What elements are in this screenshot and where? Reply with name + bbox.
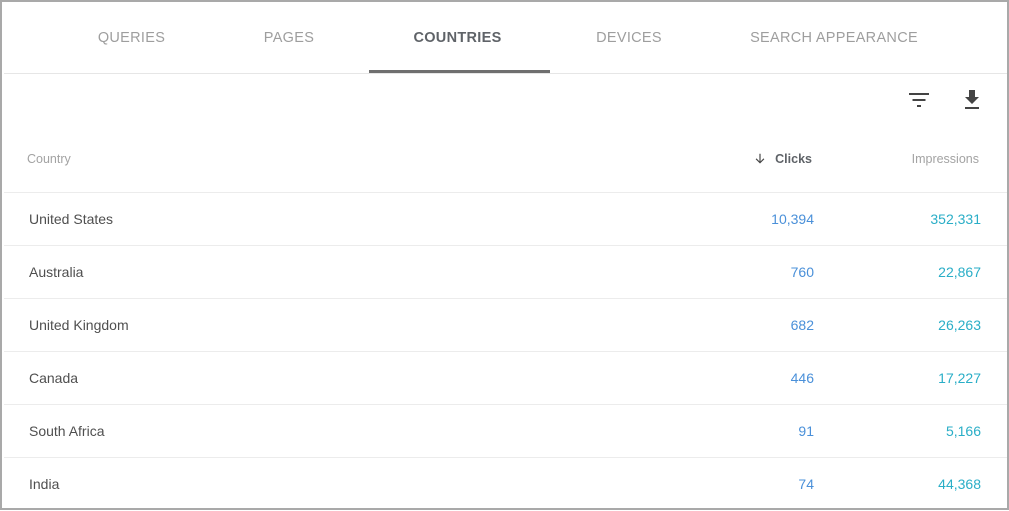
country-cell: United States (29, 211, 114, 227)
clicks-cell: 760 (790, 264, 814, 280)
clicks-cell: 10,394 (771, 211, 814, 227)
column-header-clicks-label: Clicks (775, 152, 812, 166)
table-row[interactable]: South Africa 91 5,166 (4, 404, 1007, 458)
column-header-impressions[interactable]: Impressions (912, 152, 979, 166)
clicks-cell: 74 (798, 476, 814, 492)
clicks-cell: 682 (790, 317, 814, 333)
active-tab-indicator (369, 70, 550, 73)
tab-countries[interactable]: COUNTRIES (367, 2, 548, 73)
country-cell: Australia (29, 264, 84, 280)
impressions-cell: 26,263 (938, 317, 981, 333)
tab-queries[interactable]: QUERIES (64, 2, 199, 73)
performance-panel: QUERIES PAGES COUNTRIES DEVICES SEARCH A… (0, 0, 1009, 510)
country-cell: South Africa (29, 423, 105, 439)
clicks-cell: 446 (790, 370, 814, 386)
impressions-cell: 17,227 (938, 370, 981, 386)
table-row[interactable]: United States 10,394 352,331 (4, 192, 1007, 246)
filter-icon[interactable] (907, 88, 931, 112)
tab-search-appearance[interactable]: SEARCH APPEARANCE (734, 2, 934, 73)
arrow-down-icon (755, 153, 765, 164)
country-cell: United Kingdom (29, 317, 129, 333)
tab-pages[interactable]: PAGES (224, 2, 354, 73)
table-row[interactable]: Australia 760 22,867 (4, 245, 1007, 299)
table-row[interactable]: United Kingdom 682 26,263 (4, 298, 1007, 352)
column-header-country[interactable]: Country (27, 152, 71, 166)
table-row[interactable]: India 74 44,368 (4, 457, 1007, 511)
table-row[interactable]: Canada 446 17,227 (4, 351, 1007, 405)
impressions-cell: 22,867 (938, 264, 981, 280)
impressions-cell: 352,331 (930, 211, 981, 227)
impressions-cell: 5,166 (945, 423, 981, 439)
tab-devices[interactable]: DEVICES (564, 2, 694, 73)
country-cell: Canada (29, 370, 79, 386)
country-cell: India (29, 476, 60, 492)
clicks-cell: 91 (798, 423, 814, 439)
impressions-cell: 44,368 (938, 476, 981, 492)
download-icon[interactable] (960, 88, 984, 112)
column-header-clicks[interactable]: Clicks (753, 152, 812, 166)
tab-bar: QUERIES PAGES COUNTRIES DEVICES SEARCH A… (4, 2, 1007, 74)
